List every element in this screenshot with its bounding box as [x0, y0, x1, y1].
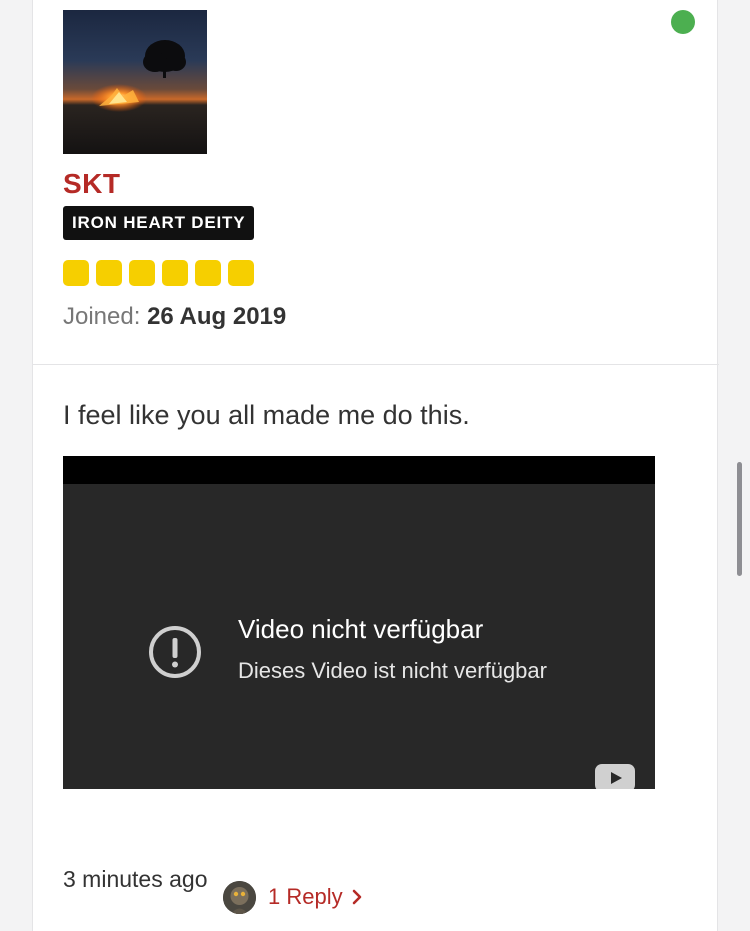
- joined-date: 26 Aug 2019: [147, 303, 287, 330]
- section-divider: [33, 364, 719, 365]
- rank-pip: [162, 260, 188, 286]
- joined-info: Joined: 26 Aug 2019: [63, 303, 286, 331]
- page-scrollbar[interactable]: [737, 462, 742, 576]
- rank-pip: [195, 260, 221, 286]
- youtube-logo-icon[interactable]: [595, 764, 635, 789]
- post-body: I feel like you all made me do this.: [63, 400, 470, 430]
- chevron-right-icon: [352, 889, 361, 905]
- user-avatar[interactable]: [63, 10, 207, 154]
- rank-pip: [129, 260, 155, 286]
- post-timestamp[interactable]: 3 minutes ago: [63, 866, 207, 893]
- reply-count-label[interactable]: 1 Reply: [268, 884, 343, 910]
- video-unavailable-subtitle: Dieses Video ist nicht verfügbar: [238, 658, 547, 683]
- rank-pip: [96, 260, 122, 286]
- rank-badge: IRON HEART DEITY: [63, 206, 255, 240]
- warning-icon: [149, 626, 201, 678]
- replies-link[interactable]: 1 Reply: [223, 880, 363, 914]
- rank-pip: [63, 260, 89, 286]
- video-embed[interactable]: Video nicht verfügbar Dieses Video ist n…: [63, 456, 655, 789]
- reply-avatar: [223, 880, 256, 914]
- joined-label: Joined:: [63, 303, 141, 330]
- username[interactable]: SKT: [63, 168, 121, 200]
- rank-pips: [63, 260, 261, 286]
- online-status-icon: [671, 10, 695, 34]
- post-card: SKT IRON HEART DEITY Joined: 26 Aug 2019…: [32, 0, 719, 931]
- video-unavailable-title: Video nicht verfügbar: [238, 614, 484, 644]
- video-top-bar: [63, 456, 655, 484]
- rank-pip: [228, 260, 254, 286]
